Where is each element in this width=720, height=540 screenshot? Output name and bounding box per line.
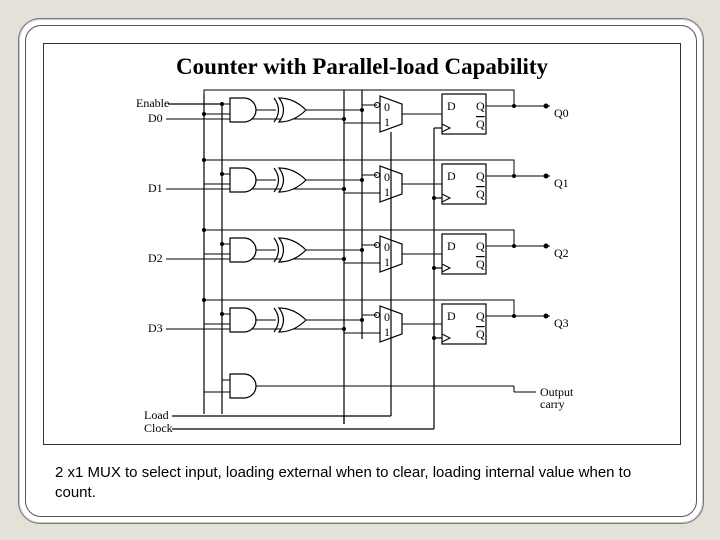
svg-text:D: D bbox=[447, 99, 456, 113]
mux-icon bbox=[375, 166, 403, 202]
junction-dots bbox=[202, 102, 436, 340]
svg-text:Q: Q bbox=[476, 327, 485, 341]
svg-text:D: D bbox=[447, 309, 456, 323]
and-gate-icon bbox=[230, 238, 256, 262]
xor-gate-icon bbox=[274, 238, 306, 262]
label-q0: Q0 bbox=[554, 106, 569, 120]
label-enable: Enable bbox=[136, 96, 169, 110]
slide-caption: 2 x1 MUX to select input, loading extern… bbox=[55, 463, 667, 502]
slide-card: Counter with Parallel-load Capability 0 … bbox=[18, 18, 704, 524]
stage-0: D Q Q bbox=[166, 90, 550, 134]
svg-text:Q: Q bbox=[476, 99, 485, 113]
label-q3: Q3 bbox=[554, 316, 569, 330]
svg-text:Q: Q bbox=[476, 257, 485, 271]
label-clock: Clock bbox=[144, 421, 173, 435]
and-gate-icon bbox=[230, 168, 256, 192]
svg-text:Q: Q bbox=[476, 117, 485, 131]
xor-gate-icon bbox=[274, 168, 306, 192]
xor-gate-icon bbox=[274, 98, 306, 122]
stage-3: D Q Q bbox=[166, 300, 550, 344]
label-carry: carry bbox=[540, 397, 565, 411]
stage-2: D Q Q bbox=[166, 230, 550, 274]
stage-1: D Q Q bbox=[166, 160, 550, 204]
diagram-frame: Counter with Parallel-load Capability 0 … bbox=[43, 43, 681, 445]
svg-text:Q: Q bbox=[476, 239, 485, 253]
label-d3: D3 bbox=[148, 321, 163, 335]
svg-text:D: D bbox=[447, 239, 456, 253]
svg-text:Q: Q bbox=[476, 309, 485, 323]
load-clock-lines bbox=[172, 128, 442, 429]
xor-gate-icon bbox=[274, 308, 306, 332]
label-d0: D0 bbox=[148, 111, 163, 125]
mux-icon bbox=[375, 236, 403, 272]
and-gate-icon bbox=[230, 308, 256, 332]
mux-icon bbox=[375, 306, 403, 342]
carry-and bbox=[204, 374, 536, 398]
svg-text:Q: Q bbox=[476, 187, 485, 201]
svg-text:Q: Q bbox=[476, 169, 485, 183]
svg-text:D: D bbox=[447, 169, 456, 183]
and-gate-icon bbox=[230, 374, 256, 398]
and-gate-icon bbox=[230, 98, 256, 122]
label-q2: Q2 bbox=[554, 246, 569, 260]
label-q1: Q1 bbox=[554, 176, 569, 190]
label-load: Load bbox=[144, 408, 169, 422]
label-d1: D1 bbox=[148, 181, 163, 195]
label-d2: D2 bbox=[148, 251, 163, 265]
mux-icon bbox=[375, 96, 403, 132]
circuit-diagram: 0 1 Enable D0 D1 D2 bbox=[44, 44, 680, 444]
